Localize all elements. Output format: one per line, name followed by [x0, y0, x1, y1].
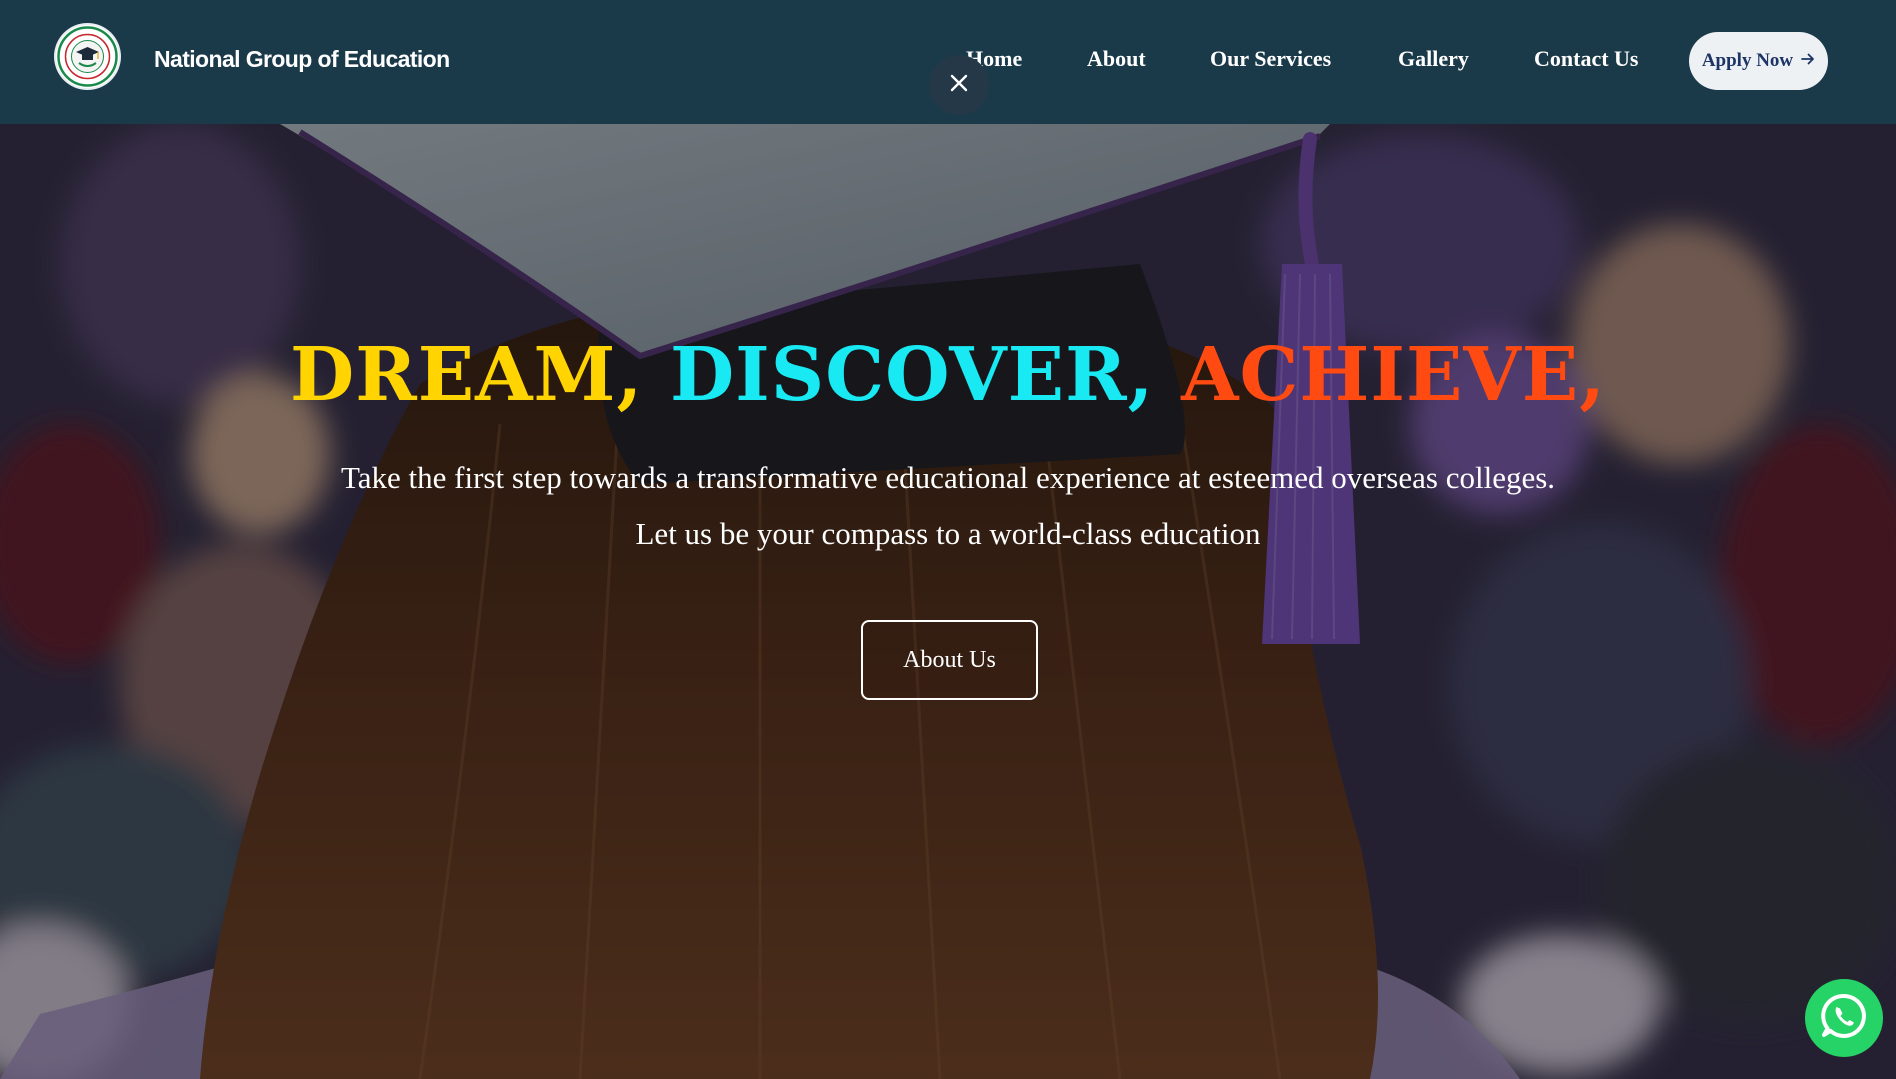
hero-headline: DREAM, DISCOVER, ACHIEVE,	[0, 332, 1896, 418]
whatsapp-icon	[1819, 991, 1869, 1046]
close-button[interactable]	[929, 55, 989, 115]
hero-subtitle-line1: Take the first step towards a transforma…	[340, 460, 1556, 495]
close-icon	[949, 73, 969, 98]
apply-now-button[interactable]: Apply Now	[1689, 32, 1828, 90]
nav-contact-us[interactable]: Contact Us	[1534, 46, 1639, 72]
whatsapp-button[interactable]	[1805, 979, 1883, 1057]
hero-subtitle-line2: Let us be your compass to a world-class …	[635, 516, 1261, 551]
brand-name[interactable]: National Group of Education	[154, 46, 450, 73]
nav-about[interactable]: About	[1087, 46, 1146, 72]
about-us-button[interactable]: About Us	[861, 620, 1038, 700]
arrow-right-icon	[1801, 52, 1815, 71]
nav-gallery[interactable]: Gallery	[1398, 46, 1469, 72]
logo-emblem-icon[interactable]	[56, 25, 119, 88]
headline-discover: DISCOVER,	[669, 332, 1155, 418]
apply-now-label: Apply Now	[1701, 50, 1794, 71]
nav-our-services[interactable]: Our Services	[1210, 46, 1331, 72]
headline-achieve: ACHIEVE,	[1181, 332, 1606, 418]
hero-section: DREAM, DISCOVER, ACHIEVE, Take the first…	[0, 124, 1896, 1079]
headline-dream: DREAM,	[290, 332, 644, 418]
hero-overlay	[0, 124, 1896, 1079]
